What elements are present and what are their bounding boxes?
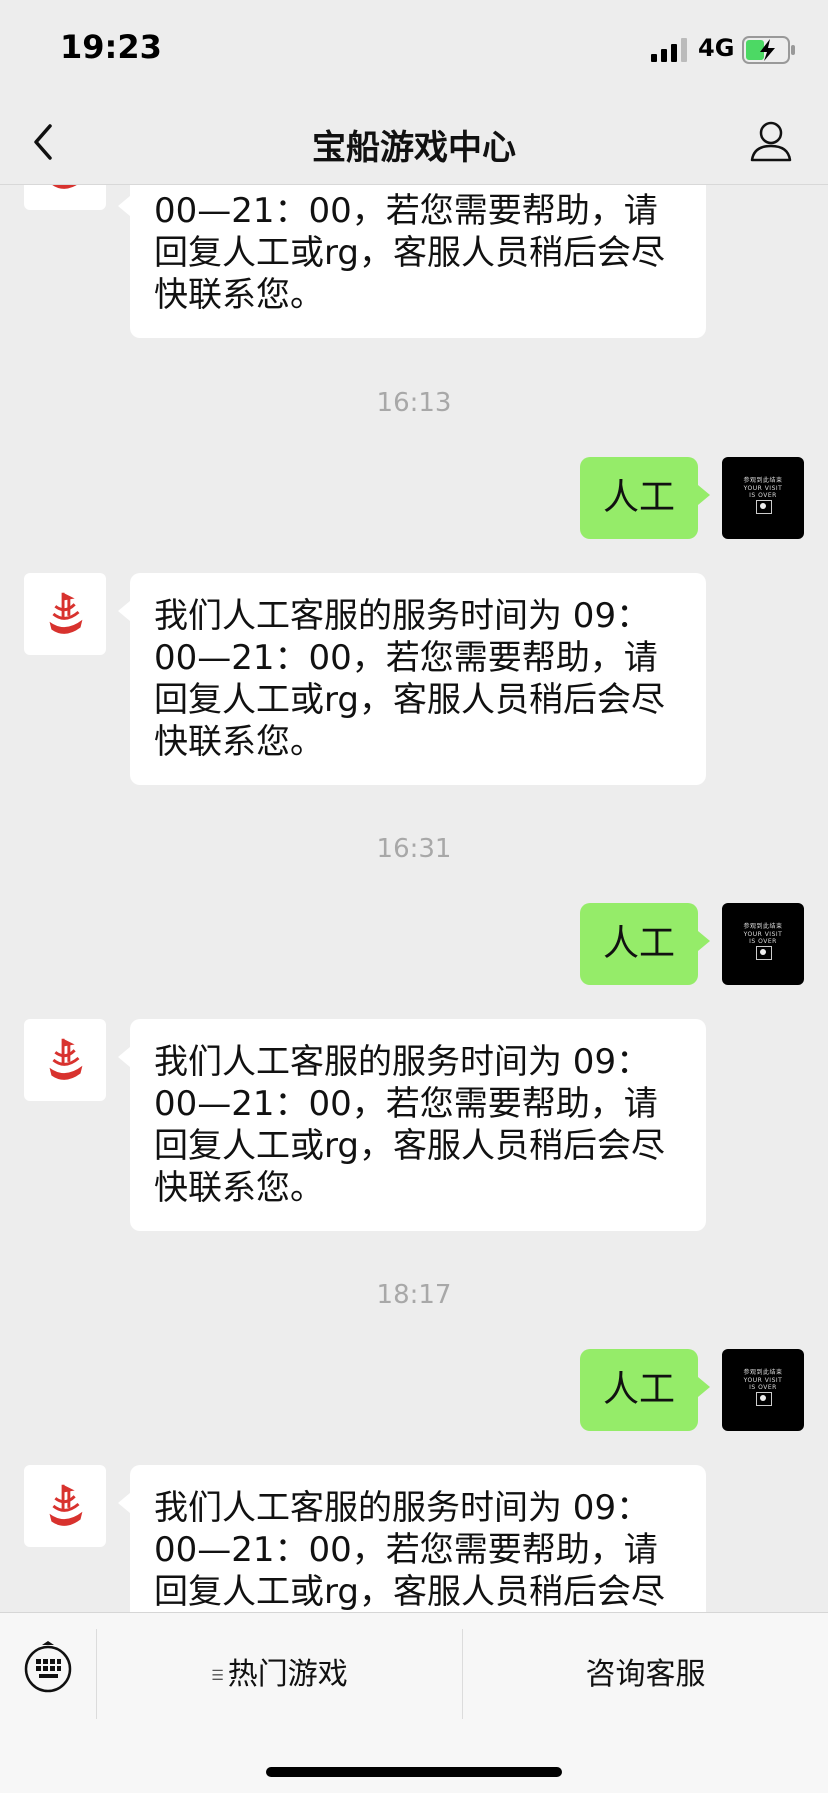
- status-time: 19:23: [60, 28, 162, 66]
- avatar-caption: YOUR VISIT: [743, 1377, 783, 1384]
- avatar-caption: 参观到此结束: [743, 923, 783, 930]
- avatar-caption: IS OVER: [749, 938, 777, 945]
- bot-message: 00—21：00，若您需要帮助，请回复人工或rg，客服人员稍后会尽快联系您。: [118, 168, 706, 338]
- person-icon: [760, 949, 766, 955]
- submenu-icon: ☰: [211, 1667, 224, 1684]
- cellular-signal-icon: [651, 38, 687, 62]
- menu-label: 热门游戏: [227, 1657, 348, 1692]
- battery-charging-icon: [742, 36, 795, 64]
- user-avatar[interactable]: 参观到此结束 YOUR VISIT IS OVER: [722, 457, 804, 539]
- user-avatar[interactable]: 参观到此结束 YOUR VISIT IS OVER: [722, 903, 804, 985]
- bot-avatar[interactable]: [24, 573, 106, 655]
- ship-logo-icon: [49, 592, 83, 634]
- avatar-caption: YOUR VISIT: [743, 931, 783, 938]
- user-message: 人工: [580, 1349, 710, 1431]
- avatar-caption: 参观到此结束: [743, 1369, 783, 1376]
- avatar-caption: IS OVER: [749, 492, 777, 499]
- timestamp: 16:31: [376, 834, 452, 864]
- bot-avatar[interactable]: [24, 1019, 106, 1101]
- ship-logo-icon: [49, 1038, 83, 1080]
- user-profile-icon[interactable]: [748, 118, 794, 164]
- chat-area[interactable]: 00—21：00，若您需要帮助，请回复人工或rg，客服人员稍后会尽快联系您。 1…: [0, 0, 828, 1612]
- person-icon: [760, 1395, 766, 1401]
- menu-customer-service[interactable]: 咨询客服: [463, 1649, 828, 1693]
- user-message: 人工: [580, 903, 710, 985]
- bot-message: 我们人工客服的服务时间为 09：00—21：00，若您需要帮助，请回复人工或rg…: [118, 573, 706, 785]
- page-title: 宝船游戏中心: [312, 128, 516, 168]
- nav-bar: 宝船游戏中心: [0, 100, 828, 185]
- bottom-menu-bar: ☰ 热门游戏 咨询客服: [0, 1612, 828, 1793]
- home-indicator[interactable]: [266, 1767, 562, 1777]
- user-message: 人工: [580, 457, 710, 539]
- timestamp: 18:17: [376, 1280, 452, 1310]
- timestamp: 16:13: [376, 388, 452, 418]
- person-icon: [760, 503, 766, 509]
- message-text: 我们人工客服的服务时间为 09：00—21：00，若您需要帮助，请回复人工或rg…: [154, 596, 665, 762]
- message-text: 我们人工客服的服务时间为 09：00—21：00，若您需要帮助，请回复人工或rg…: [154, 1042, 665, 1208]
- avatar-caption: IS OVER: [749, 1384, 777, 1391]
- network-type: 4G: [698, 34, 735, 62]
- ship-logo-icon: [49, 1484, 83, 1526]
- message-text: 00—21：00，若您需要帮助，请回复人工或rg，客服人员稍后会尽快联系您。: [154, 191, 665, 315]
- menu-hot-games[interactable]: ☰ 热门游戏: [97, 1649, 462, 1693]
- avatar-caption: YOUR VISIT: [743, 485, 783, 492]
- user-avatar[interactable]: 参观到此结束 YOUR VISIT IS OVER: [722, 1349, 804, 1431]
- avatar-caption: 参观到此结束: [743, 477, 783, 484]
- bot-message: 我们人工客服的服务时间为 09：00—21：00，若您需要帮助，请回复人工或rg…: [118, 1019, 706, 1231]
- status-bar: 19:23 4G: [0, 0, 828, 100]
- bot-message: 我们人工客服的服务时间为 09：00—21：00，若您需要帮助，请回复人工或rg…: [118, 1465, 706, 1612]
- keyboard-icon[interactable]: [22, 1641, 74, 1693]
- bot-avatar[interactable]: [24, 1465, 106, 1547]
- message-text: 我们人工客服的服务时间为 09：00—21：00，若您需要帮助，请回复人工或rg…: [154, 1488, 665, 1612]
